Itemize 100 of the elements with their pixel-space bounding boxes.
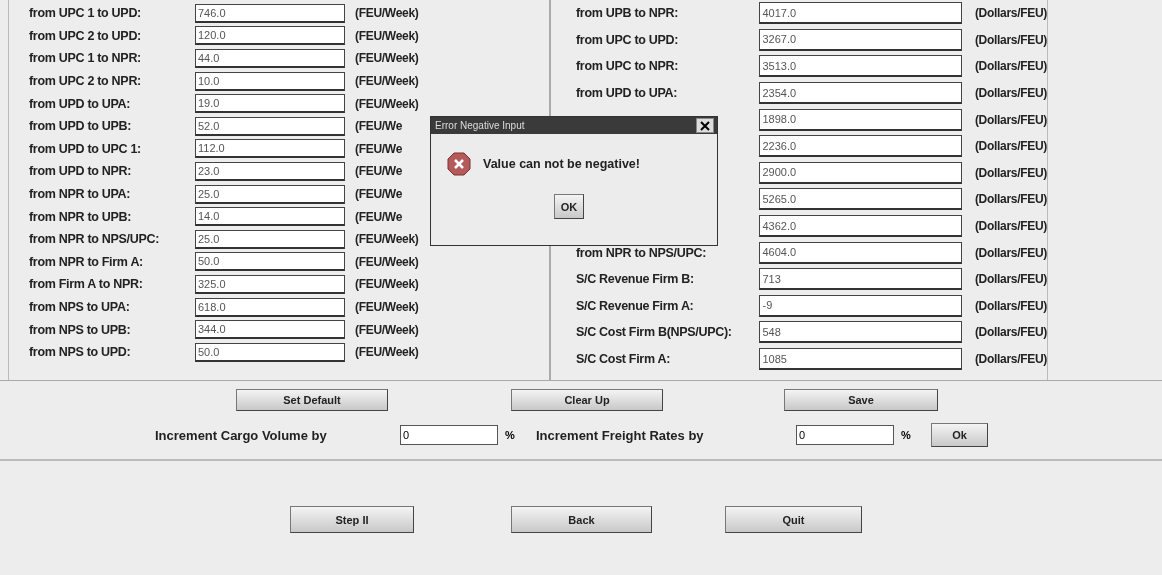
field-label: from UPC to NPR:: [576, 59, 679, 74]
clear-up-button[interactable]: Clear Up: [511, 389, 663, 411]
unit-label: (FEU/Week): [355, 254, 419, 269]
input-field[interactable]: 0: [400, 425, 498, 445]
unit-label: (FEU/Week): [355, 300, 419, 314]
unit-label: (FEU/Week): [355, 277, 419, 292]
unit-label: (FEU/Week): [355, 28, 419, 43]
input-field[interactable]: 2354.0: [759, 82, 962, 105]
input-field[interactable]: 14.0: [195, 207, 345, 227]
dialog-message: Value can not be negative!: [483, 157, 640, 171]
close-icon[interactable]: [696, 118, 714, 133]
input-field[interactable]: 25.0: [195, 184, 345, 204]
input-field[interactable]: 344.0: [195, 320, 345, 340]
unit-label: (Dollars/FEU): [974, 139, 1047, 154]
field-label: from UPD to NPR:: [29, 164, 132, 179]
input-field[interactable]: 3513.0: [759, 55, 962, 78]
input-field[interactable]: 50.0: [195, 342, 345, 362]
unit-label: (FEU/Week): [355, 322, 419, 337]
input-field[interactable]: 0: [796, 425, 894, 445]
field-label: from UPC to UPD:: [576, 32, 679, 47]
input-field[interactable]: 548: [759, 321, 962, 344]
unit-label: (Dollars/FEU): [974, 325, 1047, 340]
field-label: from UPD to UPA:: [576, 86, 678, 101]
unit-label: %: [901, 429, 912, 441]
input-field[interactable]: 44.0: [195, 49, 345, 68]
input-field[interactable]: 4604.0: [759, 241, 962, 264]
field-label: from NPR to UPA:: [29, 187, 131, 202]
step-button[interactable]: Step II: [290, 506, 414, 533]
input-field[interactable]: 618.0: [195, 297, 345, 317]
unit-label: (FEU/Week): [355, 345, 419, 360]
field-label: from NPS to UPB:: [29, 322, 131, 337]
quit-button[interactable]: Quit: [725, 506, 862, 533]
input-field[interactable]: 52.0: [195, 116, 345, 136]
field-label: from UPC 2 to NPR:: [29, 74, 141, 89]
unit-label: (Dollars/FEU): [974, 59, 1047, 74]
unit-label: (Dollars/FEU): [974, 245, 1047, 260]
input-field[interactable]: 25.0: [195, 229, 345, 249]
field-label: from Firm A to NPR:: [29, 277, 143, 292]
field-label: from UPC 1 to NPR:: [29, 51, 141, 66]
field-label: from UPC 2 to UPD:: [29, 28, 141, 43]
input-field[interactable]: 10.0: [195, 71, 345, 91]
field-label: Increment Cargo Volume by: [155, 427, 328, 443]
unit-label: (FEU/We: [355, 187, 402, 202]
input-field[interactable]: 325.0: [195, 274, 345, 294]
unit-label: (FEU/We: [355, 209, 402, 224]
ok-button[interactable]: Ok: [931, 423, 988, 447]
input-field[interactable]: 120.0: [195, 26, 345, 46]
ok-button[interactable]: OK: [554, 194, 584, 219]
set-default-button[interactable]: Set Default: [236, 389, 388, 411]
unit-label: (Dollars/FEU): [974, 298, 1047, 313]
unit-label: (FEU/We: [355, 164, 402, 179]
unit-label: %: [505, 429, 516, 441]
input-field[interactable]: 4362.0: [759, 215, 962, 238]
unit-label: (Dollars/FEU): [974, 272, 1047, 287]
field-label: S/C Revenue Firm A:: [576, 298, 694, 313]
unit-label: (Dollars/FEU): [974, 165, 1047, 180]
input-field[interactable]: -9: [759, 294, 962, 317]
unit-label: (Dollars/FEU): [974, 32, 1047, 47]
input-field[interactable]: 2900.0: [759, 161, 962, 184]
input-field[interactable]: 5265.0: [759, 188, 962, 211]
unit-label: (FEU/We: [355, 141, 402, 156]
input-field[interactable]: 713: [759, 268, 962, 291]
unit-label: (Dollars/FEU): [974, 192, 1047, 207]
save-button[interactable]: Save: [784, 389, 938, 411]
dialog-title: Error Negative Input: [435, 120, 525, 131]
input-field[interactable]: 4017.0: [759, 2, 962, 25]
field-label: from UPC 1 to UPD:: [29, 6, 141, 21]
unit-label: (FEU/Week): [355, 96, 419, 111]
unit-label: (FEU/Week): [355, 6, 419, 21]
error-icon: [447, 152, 471, 176]
field-label: S/C Revenue Firm B:: [576, 272, 694, 287]
field-label: from NPR to NPS/UPC:: [29, 232, 160, 247]
back-button[interactable]: Back: [511, 506, 652, 533]
field-label: from UPB to NPR:: [576, 6, 679, 21]
input-field[interactable]: 23.0: [195, 161, 345, 181]
unit-label: (Dollars/FEU): [974, 219, 1047, 234]
unit-label: (FEU/Week): [355, 51, 419, 66]
unit-label: (Dollars/FEU): [974, 112, 1047, 127]
field-label: from UPD to UPC 1:: [29, 141, 141, 156]
field-label: from UPD to UPB:: [29, 119, 132, 134]
input-field[interactable]: 50.0: [195, 252, 345, 272]
unit-label: (Dollars/FEU): [974, 6, 1047, 21]
field-label: from NPR to NPS/UPC:: [576, 245, 707, 260]
unit-label: (Dollars/FEU): [974, 352, 1047, 366]
field-label: S/C Cost Firm B(NPS/UPC):: [576, 325, 732, 340]
input-field[interactable]: 112.0: [195, 139, 345, 159]
unit-label: (Dollars/FEU): [974, 86, 1047, 101]
input-field[interactable]: 2236.0: [759, 135, 962, 158]
input-field[interactable]: 3267.0: [759, 28, 962, 51]
field-label: from NPS to UPD:: [29, 345, 131, 360]
field-label: from NPR to UPB:: [29, 209, 132, 224]
field-label: from NPR to Firm A:: [29, 254, 143, 269]
unit-label: (FEU/We: [355, 119, 402, 134]
input-field[interactable]: 1898.0: [759, 108, 962, 131]
input-field[interactable]: 19.0: [195, 94, 345, 114]
field-label: from NPS to UPA:: [29, 300, 130, 314]
field-label: Increment Freight Rates by: [536, 427, 705, 443]
unit-label: (FEU/Week): [355, 232, 419, 247]
input-field[interactable]: 746.0: [195, 3, 345, 23]
input-field[interactable]: 1085: [759, 348, 962, 370]
